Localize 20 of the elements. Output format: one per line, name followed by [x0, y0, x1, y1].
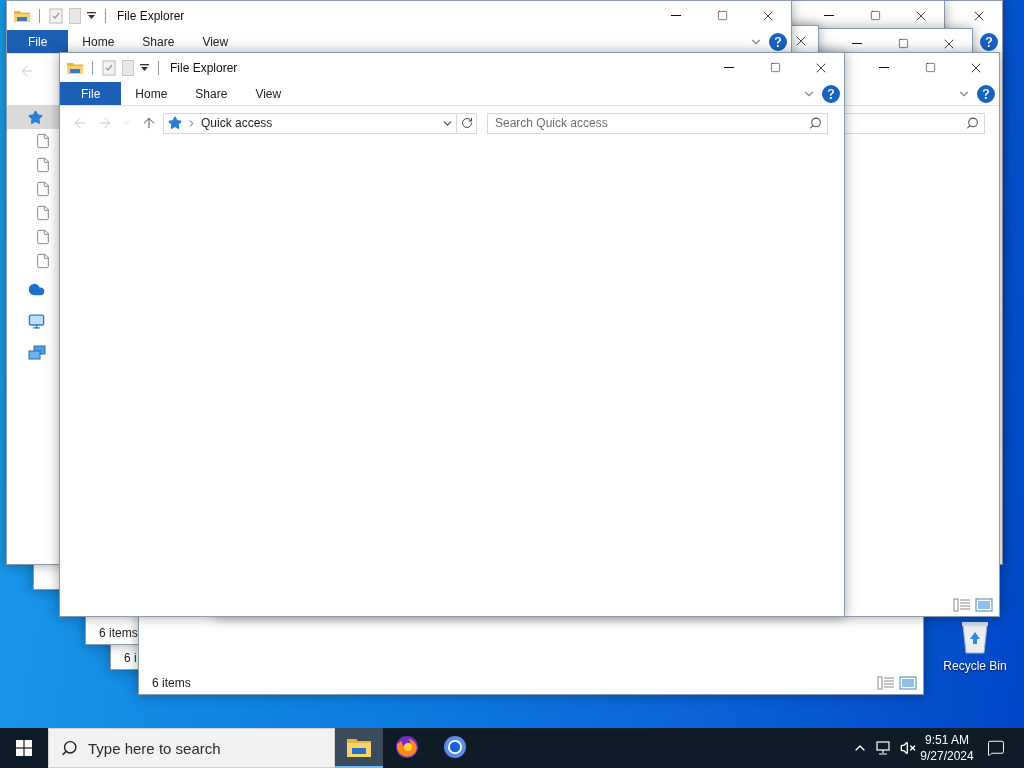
ribbon-tab[interactable]: View — [188, 30, 243, 53]
time-text[interactable]: 9:51 AM — [925, 732, 969, 748]
breadcrumb-item[interactable]: Quick access — [201, 116, 437, 130]
ribbon-tab[interactable]: File — [60, 82, 122, 105]
ribbon-tab[interactable]: Share — [181, 82, 242, 105]
ribbon-tab[interactable]: Home — [68, 30, 129, 53]
status-text: 6 items — [152, 676, 191, 690]
ribbon-tab[interactable]: Home — [121, 82, 182, 105]
address-bar[interactable]: Quick access — [163, 112, 457, 134]
window-title: File Explorer — [170, 60, 238, 75]
status-text: 6 i — [124, 651, 137, 665]
ribbon-tab[interactable]: File — [7, 30, 69, 53]
ribbon-tab[interactable]: View — [241, 82, 296, 105]
desktop-icon-label: Recycle Bin — [943, 659, 1007, 673]
taskbar-search-field[interactable]: Type here to search — [48, 728, 335, 768]
ribbon-tab[interactable]: Share — [128, 30, 189, 53]
status-text: 6 items — [99, 626, 138, 640]
search-field[interactable]: Search Quick access — [487, 112, 828, 134]
date-text[interactable]: 9/27/2024 — [920, 748, 974, 764]
window-title: File Explorer — [117, 8, 185, 23]
